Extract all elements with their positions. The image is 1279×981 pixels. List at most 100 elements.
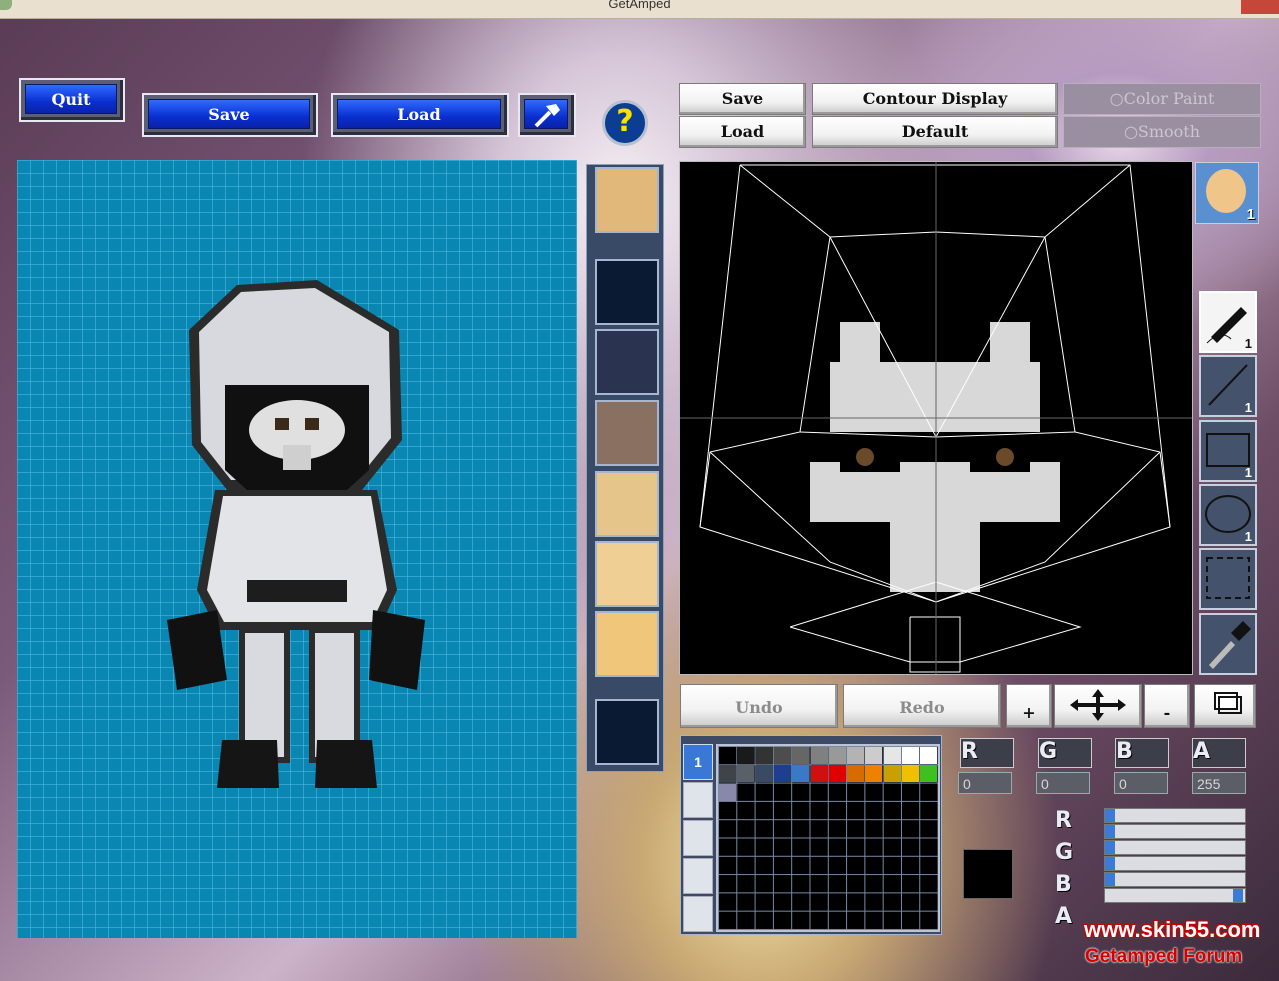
palette-swatch[interactable] [737, 747, 755, 764]
palette-tab-5[interactable] [683, 896, 713, 932]
palette-swatch[interactable] [847, 747, 865, 764]
eyedropper-tool[interactable] [1199, 613, 1257, 675]
channel-slider[interactable] [1104, 840, 1246, 855]
save-label: Save [148, 99, 310, 129]
load-label: Load [337, 99, 501, 129]
slider-knob[interactable] [1105, 841, 1115, 854]
rectangle-tool[interactable]: 1 [1199, 420, 1257, 482]
palette-tab-3[interactable] [683, 820, 713, 856]
palette-tab-4[interactable] [683, 858, 713, 894]
palette-swatch[interactable] [828, 765, 846, 783]
texture-load-button[interactable]: Load [679, 116, 806, 148]
part-slot-head[interactable] [595, 167, 659, 233]
contour-display-button[interactable]: Contour Display [812, 83, 1058, 115]
channel-slider[interactable] [1104, 808, 1246, 823]
select-tool[interactable] [1199, 548, 1257, 610]
face-part-thumb[interactable]: 1 [1195, 162, 1259, 224]
undo-button[interactable]: Undo [680, 684, 838, 728]
texture-save-button[interactable]: Save [679, 83, 806, 115]
default-button[interactable]: Default [812, 116, 1058, 148]
window-stack-icon [1214, 692, 1242, 714]
rectangle-tool-count: 1 [1244, 465, 1252, 480]
texture-editor-canvas[interactable] [679, 161, 1193, 675]
channel-slider[interactable] [1104, 824, 1246, 839]
line-tool-count: 1 [1244, 400, 1252, 415]
a-channel-label: A [1192, 738, 1246, 768]
palette-swatch[interactable] [902, 747, 919, 764]
smooth-option[interactable]: ○Smooth [1063, 116, 1261, 148]
part-slot-back[interactable] [595, 400, 659, 466]
palette-swatch[interactable] [810, 765, 828, 783]
channel-slider[interactable] [1104, 856, 1246, 871]
pen-tool[interactable]: 1 [1199, 291, 1257, 353]
character-model [167, 280, 425, 788]
part-slot-glasses[interactable] [595, 471, 659, 537]
quit-button[interactable]: Quit [19, 78, 125, 122]
palette-swatch[interactable] [719, 783, 736, 801]
palette-tab-1[interactable]: 1 [683, 744, 713, 780]
g-value-field[interactable]: 0 [1036, 772, 1090, 794]
watermark-site: www.skin55.com [1084, 917, 1261, 942]
slider-knob[interactable] [1105, 809, 1115, 822]
slider-knob[interactable] [1105, 825, 1115, 838]
channel-slider[interactable] [1104, 888, 1246, 903]
palette-swatch[interactable] [737, 765, 755, 783]
palette-swatch[interactable] [902, 765, 919, 783]
layer-view-button[interactable] [1194, 684, 1256, 728]
palette-swatch[interactable] [828, 747, 846, 764]
palette-swatch[interactable] [920, 747, 938, 764]
ellipse-tool[interactable]: 1 [1199, 484, 1257, 546]
palette-swatch[interactable] [719, 765, 736, 783]
palette-swatch[interactable] [883, 765, 901, 783]
move-arrows-icon [1070, 689, 1126, 721]
g-channel-label: G [1038, 738, 1092, 768]
save-button[interactable]: Save [142, 93, 318, 137]
color-paint-label: Color Paint [1123, 89, 1215, 108]
palette-swatch[interactable] [792, 747, 810, 764]
part-slot-cat-mask[interactable] [595, 329, 659, 395]
current-color-swatch [963, 849, 1013, 899]
part-slot-empty-1[interactable] [595, 259, 659, 325]
palette-swatch[interactable] [847, 765, 865, 783]
slider-knob[interactable] [1105, 873, 1115, 886]
r-channel-label: R [960, 738, 1014, 768]
channel-slider[interactable] [1104, 872, 1246, 887]
zoom-out-button[interactable]: - [1144, 684, 1190, 728]
palette-swatch[interactable] [773, 765, 791, 783]
palette-tab-2[interactable] [683, 782, 713, 818]
palette-swatch[interactable] [865, 765, 883, 783]
color-paint-option[interactable]: ○Color Paint [1063, 83, 1261, 115]
palette-swatch[interactable] [920, 765, 938, 783]
help-icon[interactable]: ? [602, 100, 648, 146]
pen-tool-count: 1 [1244, 336, 1252, 351]
character-preview[interactable] [17, 160, 577, 938]
watermark-forum: Getamped Forum [1085, 946, 1243, 967]
palette-swatch[interactable] [792, 765, 810, 783]
palette-swatch[interactable] [865, 747, 883, 764]
a-value-field[interactable]: 255 [1192, 772, 1246, 794]
palette-swatch[interactable] [773, 747, 791, 764]
uv-wireframe [680, 162, 1192, 674]
smooth-label: Smooth [1137, 122, 1201, 141]
hammer-button[interactable] [518, 93, 576, 137]
part-slot-empty-2[interactable] [595, 699, 659, 765]
zoom-in-button[interactable]: + [1006, 684, 1052, 728]
slider-knob[interactable] [1233, 889, 1243, 902]
palette-swatch[interactable] [755, 747, 773, 764]
part-slot-lower[interactable] [595, 611, 659, 677]
close-button[interactable] [1241, 0, 1279, 14]
palette-swatch[interactable] [719, 747, 736, 764]
b-value-field[interactable]: 0 [1114, 772, 1168, 794]
palette-grid[interactable] [716, 744, 940, 932]
window-title: GetAmped [608, 0, 671, 11]
load-button[interactable]: Load [331, 93, 509, 137]
move-button[interactable] [1054, 684, 1142, 728]
r-value-field[interactable]: 0 [958, 772, 1012, 794]
line-tool[interactable]: 1 [1199, 355, 1257, 417]
part-slot-body[interactable] [595, 541, 659, 607]
redo-button[interactable]: Redo [843, 684, 1001, 728]
palette-swatch[interactable] [755, 765, 773, 783]
palette-swatch[interactable] [810, 747, 828, 764]
slider-knob[interactable] [1105, 857, 1115, 870]
palette-swatch[interactable] [883, 747, 901, 764]
